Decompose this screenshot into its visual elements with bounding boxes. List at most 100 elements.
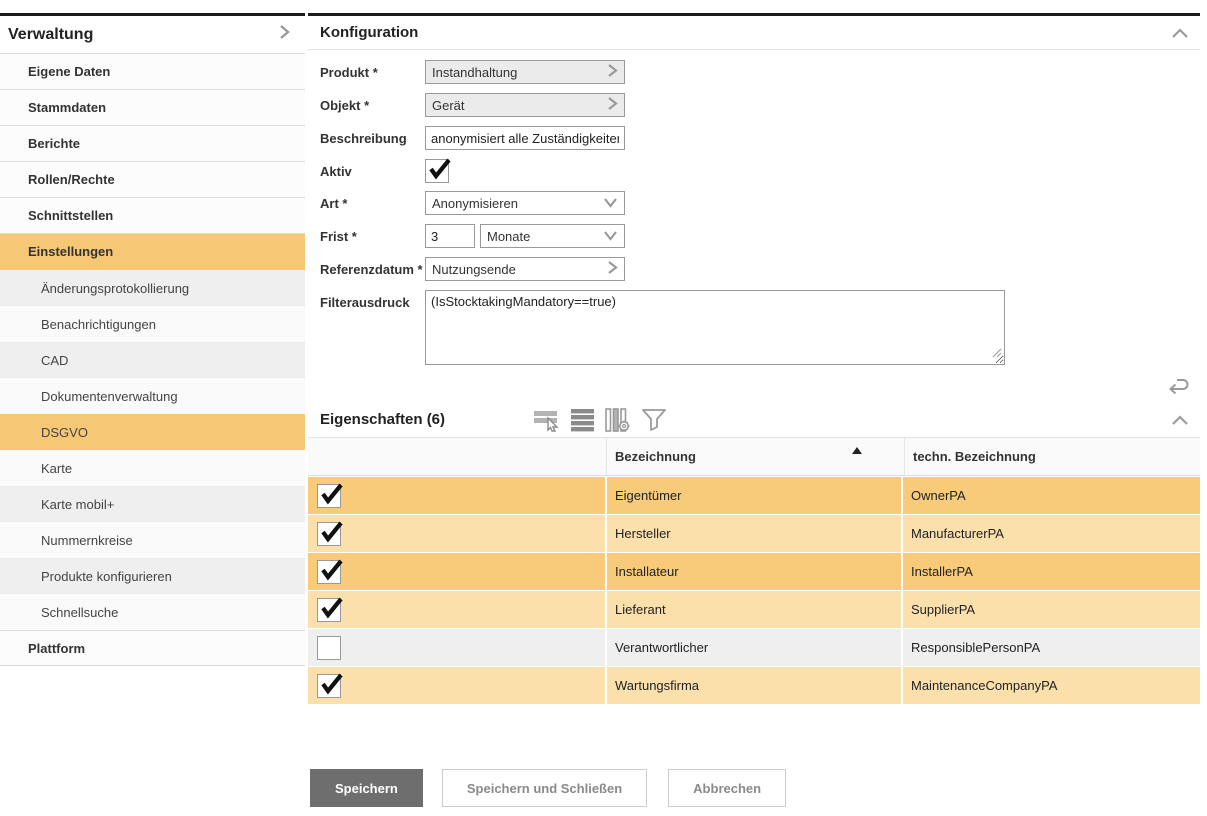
objekt-value: Gerät [432,98,465,113]
frist-input[interactable] [425,224,475,248]
row-checkbox[interactable] [317,560,341,584]
techn-bezeichnung-cell: InstallerPA [903,553,1200,590]
checkbox-column-header [308,438,607,475]
sidebar-item-schnittstellen[interactable]: Schnittstellen [0,198,305,234]
sidebar-item-karte-mobil[interactable]: Karte mobil+ [0,486,305,522]
check-icon [319,672,345,696]
sidebar-header[interactable]: Verwaltung [0,16,305,54]
cancel-button[interactable]: Abbrechen [668,769,786,807]
techn-bezeichnung-cell: MaintenanceCompanyPA [903,667,1200,704]
sidebar-item-label: DSGVO [41,425,88,440]
table-row[interactable]: Verantwortlicher ResponsiblePersonPA [308,629,1200,666]
bezeichnung-column-header[interactable]: Bezeichnung [607,438,905,475]
sidebar-item-label: Änderungsprotokollierung [41,281,189,296]
techn-bezeichnung-cell: ResponsiblePersonPA [903,629,1200,666]
bezeichnung-cell: Installateur [607,553,903,590]
frist-label: Frist * [320,224,425,248]
sidebar-title: Verwaltung [8,26,93,44]
art-label: Art * [320,191,425,215]
referenzdatum-label: Referenzdatum * [320,257,425,281]
sidebar-item-label: Nummernkreise [41,533,133,548]
techn-bezeichnung-cell: SupplierPA [903,591,1200,628]
sidebar-item-plattform[interactable]: Plattform [0,630,305,666]
sidebar-item-label: Rollen/Rechte [28,172,115,187]
sidebar-item-benachrichtigungen[interactable]: Benachrichtigungen [0,306,305,342]
table-row[interactable]: Eigentümer OwnerPA [308,477,1200,514]
sidebar-item-dokumentenverwaltung[interactable]: Dokumentenverwaltung [0,378,305,414]
sidebar-item-karte[interactable]: Karte [0,450,305,486]
main-panel: Konfiguration Produkt * Instandhaltung O… [308,13,1200,704]
table-row[interactable]: Installateur InstallerPA [308,553,1200,590]
sidebar-item-label: Benachrichtigungen [41,317,156,332]
table-row[interactable]: Wartungsfirma MaintenanceCompanyPA [308,667,1200,704]
collapse-konfiguration-button[interactable] [1170,27,1190,39]
sidebar-item-produkte-konfigurieren[interactable]: Produkte konfigurieren [0,558,305,594]
check-icon [319,482,345,506]
column-settings-icon[interactable] [604,408,632,432]
referenzdatum-value: Nutzungsende [432,262,516,277]
objekt-label: Objekt * [320,93,425,117]
save-and-close-button[interactable]: Speichern und Schließen [442,769,647,807]
objekt-lookup-field[interactable]: Gerät [425,93,625,117]
select-rows-icon[interactable] [533,408,561,432]
sort-ascending-icon [852,447,862,454]
table-row[interactable]: Hersteller ManufacturerPA [308,515,1200,552]
collapse-eigenschaften-button[interactable] [1170,414,1190,426]
filter-icon[interactable] [641,408,667,432]
row-checkbox[interactable] [317,484,341,508]
bezeichnung-cell: Wartungsfirma [607,667,903,704]
sidebar-item-eigene-daten[interactable]: Eigene Daten [0,54,305,90]
sidebar-item-label: Plattform [28,641,85,656]
frist-unit-select[interactable]: Monate [480,224,625,248]
row-checkbox[interactable] [317,598,341,622]
bezeichnung-cell: Verantwortlicher [607,629,903,666]
chevron-down-icon [603,196,618,211]
art-select[interactable]: Anonymisieren [425,191,625,215]
check-icon [319,520,345,544]
sidebar-item-label: Stammdaten [28,100,106,115]
eigenschaften-table-header: Bezeichnung techn. Bezeichnung [308,438,1200,476]
techn-bezeichnung-column-header[interactable]: techn. Bezeichnung [905,449,1200,464]
sidebar-item-nummernkreise[interactable]: Nummernkreise [0,522,305,558]
chevron-down-icon [603,229,618,244]
sidebar-item-berichte[interactable]: Berichte [0,126,305,162]
button-bar: Speichern Speichern und Schließen Abbrec… [310,769,807,807]
sidebar-item-stammdaten[interactable]: Stammdaten [0,90,305,126]
check-icon [319,558,345,582]
sidebar-item-einstellungen[interactable]: Einstellungen [0,234,305,270]
sidebar-item-label: Eigene Daten [28,64,110,79]
sidebar-item-rollen-rechte[interactable]: Rollen/Rechte [0,162,305,198]
konfiguration-header: Konfiguration [308,16,1200,50]
sidebar-item-label: Schnellsuche [41,605,118,620]
sidebar-item-schnellsuche[interactable]: Schnellsuche [0,594,305,630]
sidebar-item-label: Dokumentenverwaltung [41,389,178,404]
undo-button[interactable] [1165,376,1191,401]
chevron-right-icon [278,23,291,46]
filterausdruck-textarea[interactable]: (IsStocktakingMandatory==true) [425,290,1005,365]
sidebar-item-label: Karte mobil+ [41,497,114,512]
sidebar-item-label: Schnittstellen [28,208,113,223]
techn-bezeichnung-cell: OwnerPA [903,477,1200,514]
row-checkbox[interactable] [317,674,341,698]
produkt-label: Produkt * [320,60,425,84]
sidebar-item-label: CAD [41,353,68,368]
table-row[interactable]: Lieferant SupplierPA [308,591,1200,628]
bezeichnung-cell: Eigentümer [607,477,903,514]
row-checkbox[interactable] [317,522,341,546]
produkt-lookup-field[interactable]: Instandhaltung [425,60,625,84]
eigenschaften-toolbar [533,408,1170,432]
referenzdatum-lookup-field[interactable]: Nutzungsende [425,257,625,281]
row-checkbox[interactable] [317,636,341,660]
chevron-right-icon [607,96,618,114]
chevron-right-icon [607,260,618,278]
sidebar-item-cad[interactable]: CAD [0,342,305,378]
sidebar-item-aenderungsprotokollierung[interactable]: Änderungsprotokollierung [0,270,305,306]
save-button[interactable]: Speichern [310,769,423,807]
art-value: Anonymisieren [432,196,518,211]
beschreibung-label: Beschreibung [320,126,425,150]
rows-icon[interactable] [570,408,595,432]
chevron-right-icon [607,63,618,81]
beschreibung-input[interactable] [425,126,625,150]
sidebar-item-dsgvo[interactable]: DSGVO [0,414,305,450]
aktiv-checkbox[interactable] [425,159,449,183]
